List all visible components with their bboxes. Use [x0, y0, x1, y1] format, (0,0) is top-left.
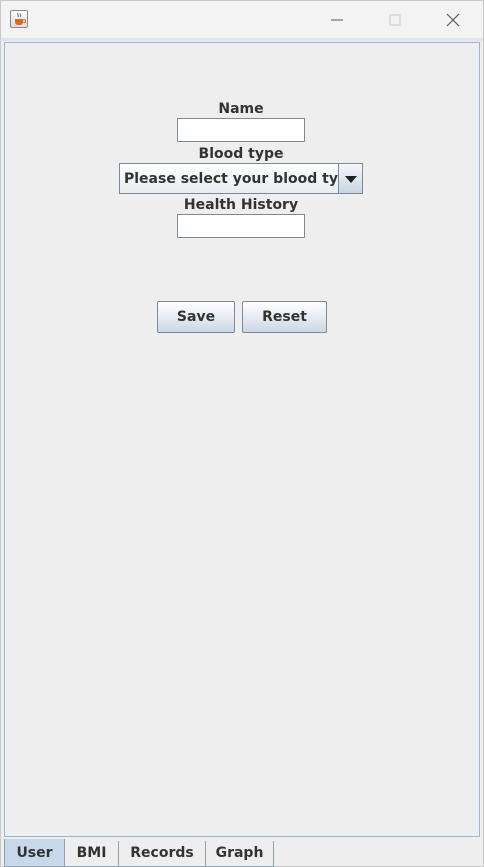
name-field[interactable] — [177, 118, 305, 142]
close-button[interactable] — [429, 1, 477, 38]
save-button[interactable]: Save — [157, 301, 235, 333]
tab-bar: User BMI Records Graph — [1, 839, 483, 867]
reset-button[interactable]: Reset — [242, 301, 327, 333]
tab-bmi[interactable]: BMI — [64, 841, 119, 867]
tab-records[interactable]: Records — [118, 841, 206, 867]
blood-type-dropdown-button[interactable] — [338, 164, 362, 193]
name-label: Name — [218, 101, 264, 117]
app-window: Name Blood type Please select your blood… — [0, 0, 484, 867]
minimize-icon — [331, 19, 343, 21]
health-history-label: Health History — [183, 197, 299, 213]
minimize-button[interactable] — [313, 1, 361, 38]
maximize-icon — [389, 14, 401, 26]
maximize-button[interactable] — [371, 1, 419, 38]
blood-type-label: Blood type — [198, 146, 284, 162]
title-bar[interactable] — [1, 1, 483, 38]
java-cup-icon[interactable] — [10, 10, 28, 28]
health-history-field[interactable] — [177, 214, 305, 238]
close-icon — [446, 13, 460, 27]
title-separator — [1, 38, 483, 41]
chevron-down-icon — [345, 176, 357, 183]
blood-type-select[interactable]: Please select your blood type — [119, 163, 363, 194]
tab-user[interactable]: User — [4, 839, 65, 867]
tab-graph[interactable]: Graph — [205, 841, 274, 867]
blood-type-selected-value: Please select your blood type — [124, 171, 358, 187]
